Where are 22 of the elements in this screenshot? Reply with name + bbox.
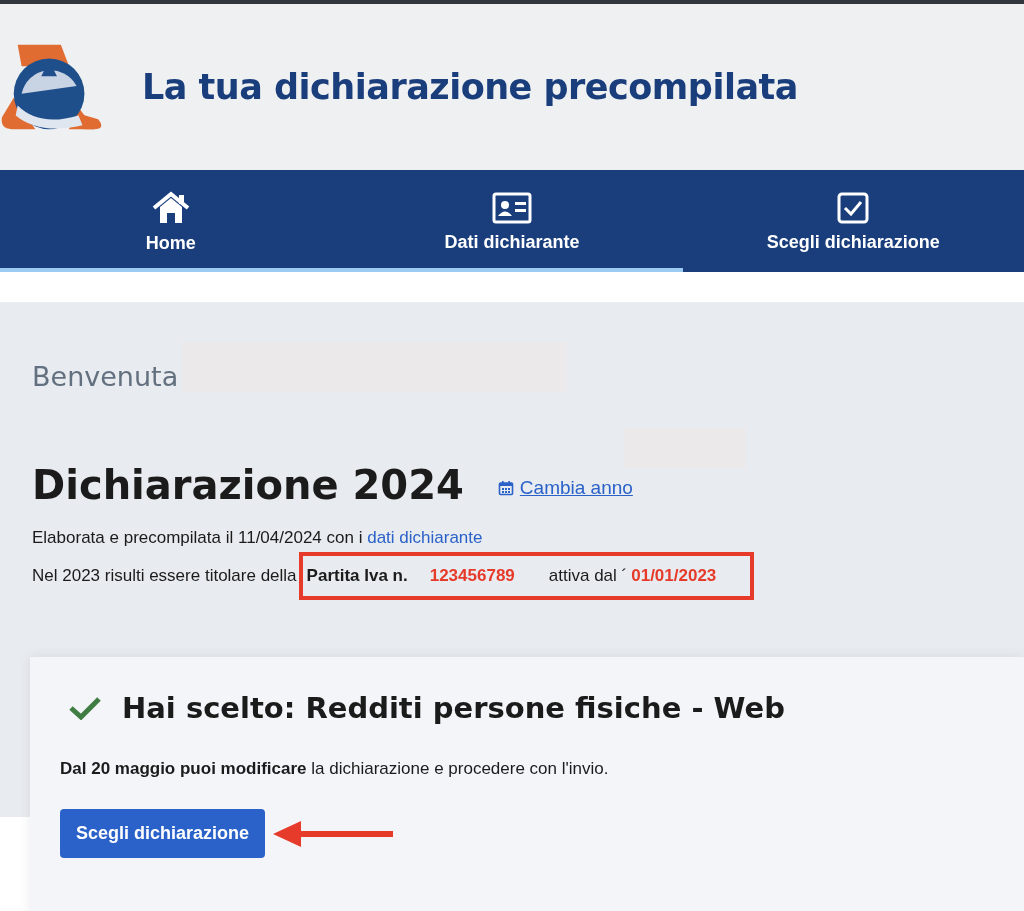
- vat-label: Partita Iva n.: [306, 566, 408, 586]
- change-year-link[interactable]: Cambia anno: [497, 477, 633, 499]
- id-card-icon: [492, 191, 532, 224]
- checkbox-icon: [837, 191, 870, 224]
- active-date: 01/01/2023: [631, 566, 717, 586]
- vat-number: 123456789: [429, 566, 515, 586]
- home-icon: [150, 190, 191, 225]
- welcome-text: Benvenuta: [32, 361, 179, 392]
- processed-text: Elaborata e precompilata il 11/04/2024 con i: [32, 528, 363, 547]
- declarant-data-link[interactable]: dati dichiarante: [367, 528, 483, 547]
- nav-tab[interactable]: Scegli dichiarazione: [682, 170, 1024, 272]
- active-since-label: attiva dal ´: [548, 566, 628, 586]
- page-title: La tua dichiarazione precompilata: [142, 67, 798, 107]
- choose-declaration-button[interactable]: Scegli dichiarazione: [60, 809, 266, 858]
- nav-tab[interactable]: Home: [0, 170, 342, 272]
- choice-text: Dal 20 maggio puoi modificare la dichiarazione e procedere con l'invio.: [60, 759, 610, 779]
- nav-tab[interactable]: Dati dichiarante: [341, 170, 683, 272]
- check-icon: [68, 696, 102, 720]
- vat-intro-text: Nel 2023 risulti essere titolare della: [32, 566, 297, 586]
- calendar-icon: [497, 480, 514, 496]
- declaration-title: Dichiarazione 2024: [32, 462, 464, 508]
- choice-title: Hai scelto: Redditi persone fisiche - Web: [122, 691, 785, 725]
